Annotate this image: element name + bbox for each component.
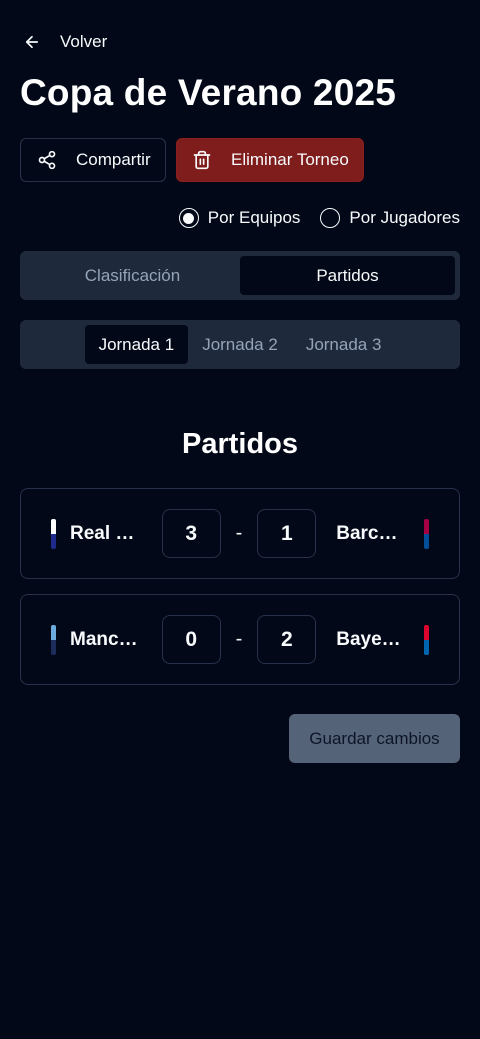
section-title: Partidos bbox=[181, 428, 299, 460]
mode-radio-group: Por Equipos Por Jugadores bbox=[178, 208, 460, 228]
delete-label: Eliminar Torneo bbox=[231, 150, 349, 169]
jornada-tabs: Jornada 1 Jornada 2 Jornada 3 bbox=[20, 320, 460, 369]
tab-jornada-3[interactable]: Jornada 3 bbox=[292, 325, 396, 364]
tab-jornada-2[interactable]: Jornada 2 bbox=[188, 325, 292, 364]
away-team-color-badge bbox=[424, 624, 429, 655]
away-team-name: Barc… bbox=[336, 522, 398, 544]
tournament-page: Volver Copa de Verano 2025 Compartir Eli… bbox=[0, 0, 480, 1039]
home-score-input[interactable]: 3 bbox=[161, 509, 221, 558]
score-separator: - bbox=[235, 628, 243, 650]
page-title: Copa de Verano 2025 bbox=[20, 72, 397, 113]
arrow-left-icon bbox=[14, 24, 50, 60]
home-team-name: Real … bbox=[70, 522, 135, 544]
back-button[interactable]: Volver bbox=[20, 24, 107, 60]
save-changes-button[interactable]: Guardar cambios bbox=[289, 714, 460, 763]
away-score-input[interactable]: 2 bbox=[257, 615, 317, 664]
radio-unselected-indicator bbox=[320, 208, 341, 228]
back-label: Volver bbox=[60, 32, 108, 51]
view-tabs: Clasificación Partidos bbox=[20, 251, 460, 300]
delete-tournament-button[interactable]: Eliminar Torneo bbox=[176, 138, 364, 182]
trash-icon bbox=[191, 149, 213, 171]
match-card: Manc… 0 - 2 Baye… bbox=[20, 594, 460, 685]
radio-label: Por Equipos bbox=[207, 208, 301, 227]
home-score-input[interactable]: 0 bbox=[161, 615, 221, 664]
share-icon bbox=[36, 149, 58, 171]
away-team-name: Baye… bbox=[336, 628, 401, 650]
home-team-color-badge bbox=[51, 624, 56, 655]
radio-selected-indicator bbox=[178, 208, 199, 228]
match-card: Real … 3 - 1 Barc… bbox=[20, 488, 460, 579]
home-team-color-badge bbox=[51, 518, 56, 549]
radio-por-jugadores[interactable]: Por Jugadores bbox=[320, 208, 460, 228]
share-button[interactable]: Compartir bbox=[20, 138, 166, 182]
score-separator: - bbox=[235, 522, 243, 544]
tab-partidos[interactable]: Partidos bbox=[240, 256, 455, 295]
away-score-input[interactable]: 1 bbox=[257, 509, 317, 558]
tab-clasificacion[interactable]: Clasificación bbox=[25, 256, 240, 295]
radio-label: Por Jugadores bbox=[349, 208, 460, 227]
action-bar: Compartir Eliminar Torneo bbox=[20, 138, 364, 182]
share-label: Compartir bbox=[76, 150, 151, 169]
home-team-name: Manc… bbox=[70, 628, 138, 650]
tab-jornada-1[interactable]: Jornada 1 bbox=[84, 325, 189, 364]
radio-por-equipos[interactable]: Por Equipos bbox=[178, 208, 301, 228]
away-team-color-badge bbox=[424, 518, 429, 549]
